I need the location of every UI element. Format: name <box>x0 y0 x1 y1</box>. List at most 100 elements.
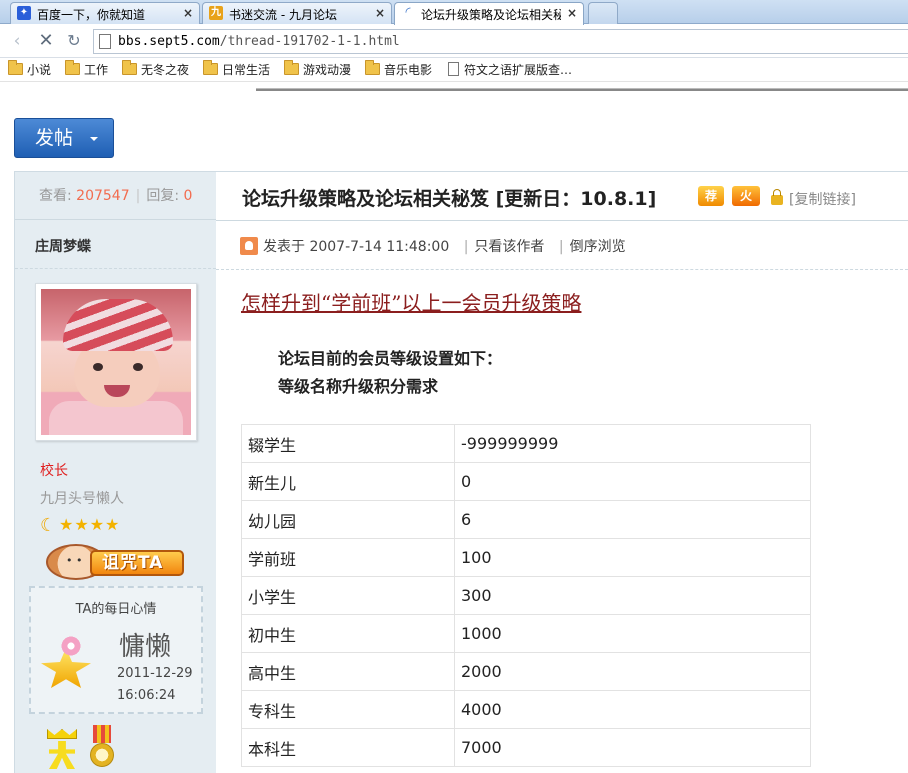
table-row: 本科生 7000 <box>241 728 811 767</box>
author-name-link[interactable]: 庄周梦蝶 <box>35 236 91 256</box>
bookmark-folder[interactable]: 游戏动漫 <box>284 60 352 79</box>
user-rank-link[interactable]: 校长 <box>40 460 68 480</box>
thread-stats: 查看: 207547 | 回复: 0 <box>15 172 216 220</box>
meta-separator: | <box>463 239 469 255</box>
close-icon[interactable]: × <box>567 6 577 20</box>
level-points: 100 <box>454 538 811 577</box>
bookmark-folder[interactable]: 小说 <box>8 60 52 79</box>
level-points: 4000 <box>454 690 811 729</box>
table-row: 学前班 100 <box>241 538 811 577</box>
folder-icon <box>365 60 380 75</box>
bookmark-folder[interactable]: 无冬之夜 <box>122 60 190 79</box>
lock-icon <box>771 189 783 205</box>
thread-title: 论坛升级策略及论坛相关秘笈 [更新日：10.8.1] <box>242 188 657 210</box>
views-count: 207547 <box>76 188 130 204</box>
bookmark-label: 小说 <box>27 63 52 77</box>
close-icon[interactable]: × <box>375 6 385 20</box>
page-icon <box>99 34 111 49</box>
stats-separator: | <box>135 188 141 204</box>
divider <box>15 268 216 269</box>
bookmark-page[interactable]: 符文之语扩展版查… <box>448 61 572 79</box>
level-name: 学前班 <box>241 538 455 577</box>
hot-badge-icon: 火 <box>732 186 760 206</box>
new-tab-button[interactable] <box>588 2 618 24</box>
bookmark-label: 日常生活 <box>222 63 271 77</box>
level-points: 2000 <box>454 652 811 691</box>
level-name: 初中生 <box>241 614 455 653</box>
level-name: 辍学生 <box>241 424 455 463</box>
reverse-order-link[interactable]: 倒序浏览 <box>570 239 626 255</box>
level-points: 6 <box>454 500 811 539</box>
back-arrow-icon[interactable]: ‹ <box>6 30 28 52</box>
replies-label: 回复: <box>146 188 180 204</box>
intro-line: 论坛目前的会员等级设置如下： <box>278 349 503 368</box>
bookmark-folder[interactable]: 工作 <box>65 60 109 79</box>
table-row: 专科生 4000 <box>241 690 811 729</box>
curse-ta-button[interactable]: 诅咒TA <box>46 544 184 580</box>
table-row: 幼儿园 6 <box>241 500 811 539</box>
level-name: 小学生 <box>241 576 455 615</box>
divider <box>216 269 908 270</box>
chevron-down-icon[interactable] <box>90 137 98 141</box>
tab-bar: ✦ 百度一下，你就知道 × 九 书迷交流 - 九月论坛 × ◜ 论坛升级策略及论… <box>0 0 908 25</box>
stop-icon[interactable]: ✕ <box>35 30 57 52</box>
copy-link-button[interactable]: [复制链接] <box>789 189 856 209</box>
level-name: 新生儿 <box>241 462 455 501</box>
replies-count: 0 <box>183 188 193 204</box>
table-row: 新生儿 0 <box>241 462 811 501</box>
views-label: 查看: <box>39 188 72 204</box>
level-points: 300 <box>454 576 811 615</box>
online-status-icon <box>240 237 258 255</box>
bookmark-folder[interactable]: 音乐电影 <box>365 60 433 79</box>
custom-title: 九月头号懒人 <box>40 491 124 507</box>
curse-ta-label: 诅咒TA <box>90 550 184 576</box>
table-row: 小学生 300 <box>241 576 811 615</box>
bookmark-label: 工作 <box>84 63 109 77</box>
level-points: 7000 <box>454 728 811 767</box>
level-table: 辍学生 -999999999 新生儿 0 幼儿园 6 学前班 100 小学生 300 初中… <box>241 424 811 767</box>
folder-icon <box>122 60 137 75</box>
tab-shumi[interactable]: 九 书迷交流 - 九月论坛 × <box>202 2 392 24</box>
table-row: 辍学生 -999999999 <box>241 424 811 463</box>
folder-icon <box>8 60 23 75</box>
folder-icon <box>203 60 218 75</box>
level-name: 本科生 <box>241 728 455 767</box>
crown-medal-icon[interactable] <box>45 729 79 769</box>
avatar[interactable] <box>35 283 197 441</box>
close-icon[interactable]: × <box>183 6 193 20</box>
level-name: 幼儿园 <box>241 500 455 539</box>
tab-baidu[interactable]: ✦ 百度一下，你就知道 × <box>10 2 200 24</box>
mood-date: 2011-12-29 <box>117 666 193 681</box>
bookmark-label: 无冬之夜 <box>141 63 190 77</box>
tab-current-thread[interactable]: ◜ 论坛升级策略及论坛相关秘 × <box>394 2 584 25</box>
bookmark-folder[interactable]: 日常生活 <box>203 60 271 79</box>
author-sidebar: 查看: 207547 | 回复: 0 庄周梦蝶 校长 九月头号懒人 ☾ ★★★★ 诅… <box>14 171 216 773</box>
divider <box>216 220 908 221</box>
lazy-star-icon <box>41 636 91 688</box>
folder-icon <box>65 60 80 75</box>
mood-time: 16:06:24 <box>117 688 176 703</box>
recommend-badge-icon: 荐 <box>698 186 724 206</box>
bookmark-label: 游戏动漫 <box>303 63 352 77</box>
page-icon <box>448 62 459 76</box>
avatar-image <box>41 289 191 435</box>
loading-spinner-icon: ◜ <box>405 5 411 20</box>
header-divider <box>256 88 908 91</box>
bookmark-label: 音乐电影 <box>384 63 433 77</box>
level-name: 高中生 <box>241 652 455 691</box>
post-heading-link[interactable]: 怎样升到“学前班”以上一会员升级策略 <box>241 287 581 316</box>
bookmarks-bar: 小说 工作 无冬之夜 日常生活 游戏动漫 音乐电影 符文之语扩展版查… <box>0 58 908 82</box>
reload-icon[interactable]: ↻ <box>63 30 85 52</box>
post-meta: 发表于 2007-7-14 11:48:00 | 只看该作者 | 倒序浏览 <box>240 236 626 260</box>
new-post-button[interactable]: 发帖 <box>14 118 114 158</box>
only-author-link[interactable]: 只看该作者 <box>474 239 544 255</box>
new-post-label: 发帖 <box>35 127 74 149</box>
baidu-paw-icon: ✦ <box>17 6 31 20</box>
star-rating-icon: ★★★★ <box>59 515 121 534</box>
folder-icon <box>284 60 299 75</box>
ribbon-medal-icon[interactable] <box>89 725 115 769</box>
url-field[interactable]: bbs.sept5.com/thread-191702-1-1.html <box>93 29 908 54</box>
posted-time: 2007-7-14 11:48:00 <box>309 239 450 255</box>
address-bar: ‹ ✕ ↻ bbs.sept5.com/thread-191702-1-1.ht… <box>0 25 908 58</box>
moon-icon: ☾ <box>40 515 57 536</box>
